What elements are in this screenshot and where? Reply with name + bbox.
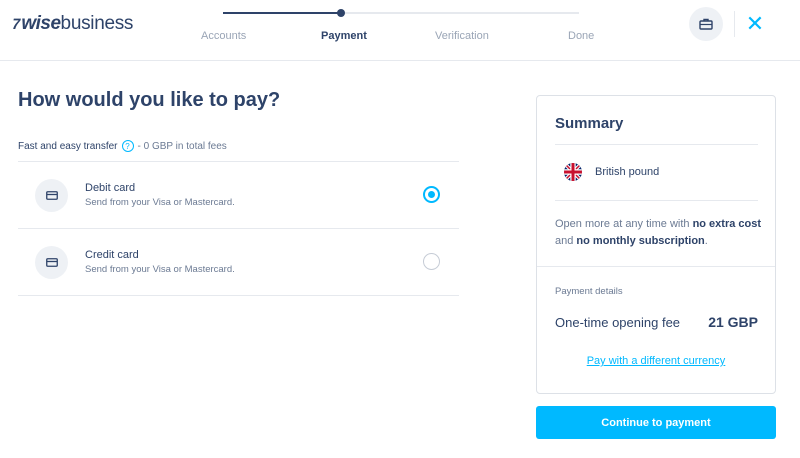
note-bold: no monthly subscription bbox=[576, 235, 705, 247]
payment-option-credit-card[interactable]: Credit card Send from your Visa or Maste… bbox=[18, 229, 459, 296]
option-subtitle: Send from your Visa or Mastercard. bbox=[85, 264, 235, 275]
briefcase-icon bbox=[699, 18, 713, 30]
summary-divider bbox=[555, 200, 758, 201]
note-text: Open more at any time with bbox=[555, 218, 693, 230]
different-currency-link[interactable]: Pay with a different currency bbox=[537, 355, 775, 367]
stepper-current-dot bbox=[337, 9, 345, 17]
page-title: How would you like to pay? bbox=[18, 89, 281, 111]
stepper-progress-fill bbox=[223, 12, 341, 14]
summary-note: Open more at any time with no extra cost… bbox=[555, 216, 765, 250]
payment-details-label: Payment details bbox=[555, 286, 623, 297]
uk-flag-icon bbox=[564, 163, 582, 181]
continue-to-payment-button[interactable]: Continue to payment bbox=[536, 406, 776, 439]
top-header: 7 wise business Accounts Payment Verific… bbox=[0, 0, 800, 61]
opening-fee-label: One-time opening fee bbox=[555, 315, 681, 330]
note-text: and bbox=[555, 235, 577, 247]
option-title: Credit card bbox=[85, 249, 139, 261]
payment-method-list: Debit card Send from your Visa or Master… bbox=[18, 161, 459, 296]
currency-row: British pound bbox=[564, 163, 659, 181]
close-icon: ✕ bbox=[745, 11, 765, 36]
logo-brand-regular: business bbox=[60, 13, 134, 34]
step-done: Done bbox=[568, 30, 595, 42]
card-icon bbox=[35, 246, 68, 279]
summary-divider bbox=[537, 266, 775, 267]
step-payment: Payment bbox=[321, 30, 367, 42]
opening-fee-amount: 21 GBP bbox=[708, 314, 758, 330]
credit-card-radio[interactable] bbox=[423, 253, 440, 270]
help-icon[interactable]: ? bbox=[121, 140, 134, 152]
note-bold: no extra cost bbox=[692, 218, 762, 230]
payment-option-debit-card[interactable]: Debit card Send from your Visa or Master… bbox=[18, 162, 459, 229]
wise-business-logo[interactable]: 7 wise business bbox=[10, 13, 134, 35]
card-icon bbox=[35, 179, 68, 212]
logo-brand-bold: wise bbox=[21, 13, 61, 34]
option-subtitle: Send from your Visa or Mastercard. bbox=[85, 197, 235, 208]
business-account-button[interactable] bbox=[689, 7, 723, 41]
currency-name: British pound bbox=[595, 166, 660, 178]
summary-panel: Summary British pound Open more at any t… bbox=[536, 95, 776, 394]
transfer-fee-line: Fast and easy transfer ? - 0 GBP in tota… bbox=[18, 140, 227, 152]
option-title: Debit card bbox=[85, 182, 136, 194]
header-divider bbox=[734, 11, 735, 37]
step-verification: Verification bbox=[435, 30, 489, 42]
summary-title: Summary bbox=[555, 115, 624, 132]
step-accounts: Accounts bbox=[201, 30, 247, 42]
summary-divider bbox=[555, 144, 758, 145]
close-button[interactable]: ✕ bbox=[742, 10, 768, 38]
note-text: . bbox=[704, 235, 708, 247]
fee-line-label: Fast and easy transfer bbox=[18, 140, 118, 152]
wise-flag-icon: 7 bbox=[10, 16, 23, 33]
progress-stepper: Accounts Payment Verification Done bbox=[168, 6, 628, 46]
debit-card-radio[interactable] bbox=[423, 186, 440, 203]
fee-line-text: - 0 GBP in total fees bbox=[137, 140, 227, 152]
